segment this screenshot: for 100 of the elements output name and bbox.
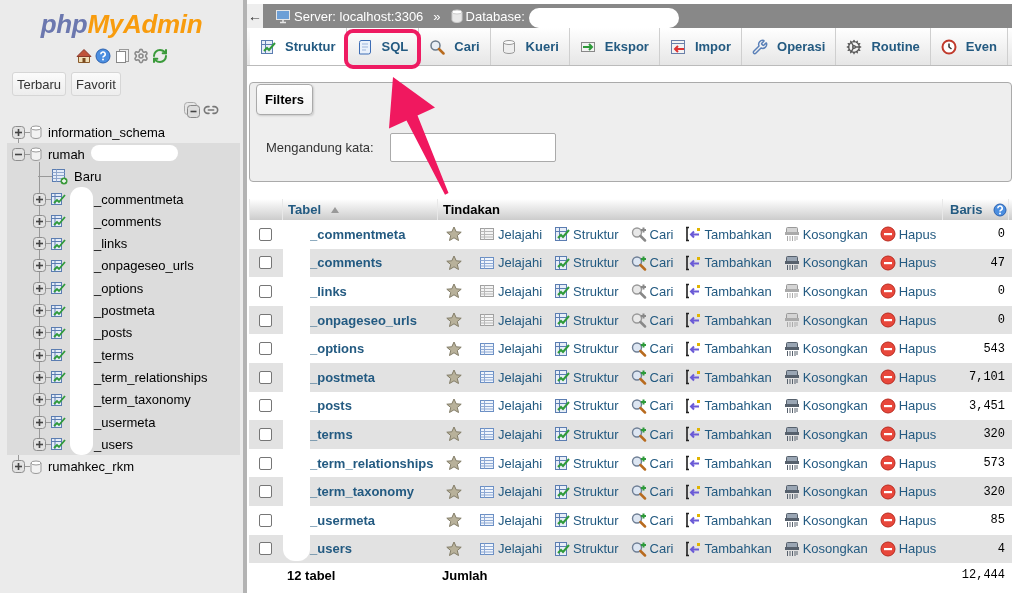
expand-icon[interactable]	[12, 125, 25, 139]
drop-link[interactable]: Hapus	[879, 540, 937, 557]
empty-link[interactable]: Kosongkan	[783, 426, 868, 443]
tree-item[interactable]: _options	[94, 280, 144, 296]
drop-link[interactable]: Hapus	[879, 426, 937, 443]
structure-link[interactable]: Struktur	[554, 397, 619, 414]
insert-link[interactable]: Tambahkan	[685, 312, 772, 329]
structure-link[interactable]: Struktur	[554, 540, 619, 557]
structure-link[interactable]: Struktur	[554, 483, 619, 500]
reload-icon[interactable]	[151, 48, 168, 64]
tree-item[interactable]: rumahkec_rkm	[48, 459, 134, 475]
breadcrumb-link[interactable]: Server: localhost:3306	[294, 8, 424, 24]
tab[interactable]: Cari	[419, 28, 491, 65]
star-icon[interactable]	[446, 226, 462, 243]
back-button[interactable]: ←	[247, 4, 263, 28]
search-link[interactable]: Cari	[630, 312, 674, 329]
tab[interactable]: Operasi	[742, 28, 837, 65]
row-checkbox[interactable]	[259, 513, 272, 527]
collapse-icon[interactable]	[12, 147, 25, 161]
browse-link[interactable]: Jelajahi	[479, 455, 543, 472]
browse-link[interactable]: Jelajahi	[479, 312, 543, 329]
expand-icon[interactable]	[33, 348, 46, 362]
insert-link[interactable]: Tambahkan	[685, 512, 772, 529]
structure-link[interactable]: Struktur	[554, 369, 619, 386]
insert-link[interactable]: Tambahkan	[685, 455, 772, 472]
table-name-link[interactable]: _users	[310, 541, 352, 557]
tree-item[interactable]: _term_taxonomy	[94, 392, 191, 408]
empty-link[interactable]: Kosongkan	[783, 283, 868, 300]
empty-link[interactable]: Kosongkan	[783, 340, 868, 357]
search-link[interactable]: Cari	[630, 512, 674, 529]
empty-link[interactable]: Kosongkan	[783, 226, 868, 243]
search-link[interactable]: Cari	[630, 426, 674, 443]
tree-item[interactable]: _onpageseo_urls	[94, 258, 194, 274]
row-checkbox[interactable]	[259, 427, 272, 441]
structure-link[interactable]: Struktur	[554, 283, 619, 300]
row-checkbox[interactable]	[259, 456, 272, 470]
expand-icon[interactable]	[33, 370, 46, 384]
collapse-all-icon[interactable]	[183, 102, 203, 118]
drop-link[interactable]: Hapus	[879, 226, 937, 243]
empty-link[interactable]: Kosongkan	[783, 540, 868, 557]
insert-link[interactable]: Tambahkan	[685, 254, 772, 271]
search-link[interactable]: Cari	[630, 397, 674, 414]
empty-link[interactable]: Kosongkan	[783, 483, 868, 500]
empty-link[interactable]: Kosongkan	[783, 369, 868, 386]
sidebar-button[interactable]: Terbaru	[12, 72, 67, 96]
browse-link[interactable]: Jelajahi	[479, 397, 543, 414]
expand-icon[interactable]	[33, 281, 46, 295]
breadcrumb-link[interactable]: Database:	[465, 8, 525, 24]
search-link[interactable]: Cari	[630, 340, 674, 357]
empty-link[interactable]: Kosongkan	[783, 312, 868, 329]
table-name-link[interactable]: _comments	[310, 255, 383, 271]
row-checkbox[interactable]	[259, 399, 272, 413]
insert-link[interactable]: Tambahkan	[685, 340, 772, 357]
tree-item[interactable]: _terms	[94, 347, 134, 363]
tree-item[interactable]: Baru	[74, 169, 102, 185]
empty-link[interactable]: Kosongkan	[783, 512, 868, 529]
structure-link[interactable]: Struktur	[554, 512, 619, 529]
tab[interactable]: SQL	[346, 28, 420, 65]
search-link[interactable]: Cari	[630, 369, 674, 386]
expand-icon[interactable]	[33, 237, 46, 251]
column-header[interactable]: Tabel	[288, 202, 321, 217]
star-icon[interactable]	[446, 540, 462, 557]
sort-ascending-icon[interactable]	[331, 206, 339, 213]
structure-link[interactable]: Struktur	[554, 226, 619, 243]
structure-link[interactable]: Struktur	[554, 455, 619, 472]
structure-link[interactable]: Struktur	[554, 426, 619, 443]
home-icon[interactable]	[75, 48, 92, 64]
empty-link[interactable]: Kosongkan	[783, 254, 868, 271]
table-name-link[interactable]: _usermeta	[310, 512, 376, 528]
tree-item[interactable]: _users	[94, 436, 134, 452]
tree-item[interactable]: information_schema	[48, 124, 166, 140]
tree-item[interactable]: _commentmeta	[94, 191, 184, 207]
table-name-link[interactable]: _commentmeta	[310, 226, 406, 242]
row-checkbox[interactable]	[259, 485, 272, 499]
tab[interactable]: Routine	[836, 28, 931, 65]
help-icon[interactable]	[94, 48, 111, 64]
expand-icon[interactable]	[33, 304, 46, 317]
table-name-link[interactable]: _terms	[310, 426, 353, 442]
row-checkbox[interactable]	[259, 285, 272, 298]
structure-link[interactable]: Struktur	[554, 340, 619, 357]
expand-icon[interactable]	[33, 326, 46, 340]
insert-link[interactable]: Tambahkan	[685, 397, 772, 414]
tree-item[interactable]: _comments	[94, 213, 162, 229]
row-checkbox[interactable]	[259, 542, 272, 556]
table-name-link[interactable]: _links	[310, 284, 347, 299]
star-icon[interactable]	[446, 254, 462, 271]
row-checkbox[interactable]	[259, 370, 272, 384]
search-link[interactable]: Cari	[630, 483, 674, 500]
browse-link[interactable]: Jelajahi	[479, 340, 543, 357]
star-icon[interactable]	[446, 426, 462, 443]
structure-link[interactable]: Struktur	[554, 254, 619, 271]
tree-item[interactable]: _posts	[94, 325, 133, 341]
insert-link[interactable]: Tambahkan	[685, 226, 772, 243]
expand-icon[interactable]	[33, 214, 46, 228]
drop-link[interactable]: Hapus	[879, 483, 937, 500]
browse-link[interactable]: Jelajahi	[479, 226, 543, 243]
star-icon[interactable]	[446, 483, 462, 500]
sidebar-button[interactable]: Favorit	[71, 72, 121, 96]
expand-icon[interactable]	[12, 460, 25, 474]
browse-link[interactable]: Jelajahi	[479, 283, 543, 300]
